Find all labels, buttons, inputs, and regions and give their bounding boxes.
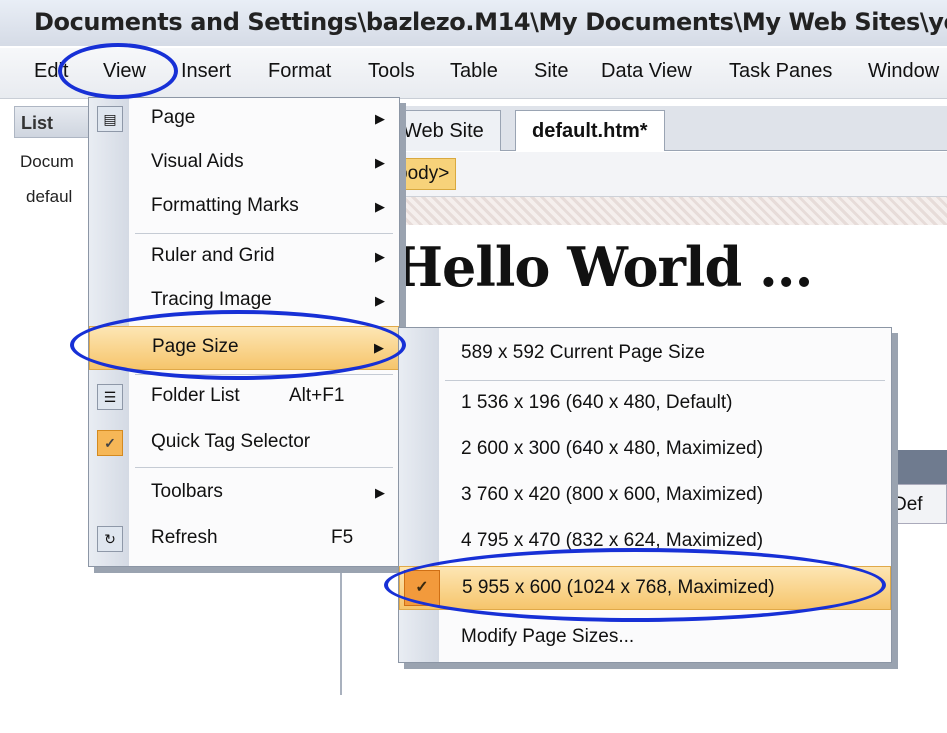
menu-item-label: Page bbox=[151, 107, 196, 128]
page-size-submenu: 589 x 592 Current Page Size 1 536 x 196 … bbox=[398, 327, 892, 663]
menu-tools[interactable]: Tools bbox=[368, 60, 415, 83]
menu-window[interactable]: Window bbox=[868, 60, 939, 83]
view-menu: ▤ Page ▶ Visual Aids ▶ Formatting Marks … bbox=[88, 97, 400, 567]
submenu-arrow-icon: ▶ bbox=[375, 111, 385, 126]
menu-item-page[interactable]: ▤ Page ▶ bbox=[89, 98, 399, 142]
page-size-option-label: 5 955 x 600 (1024 x 768, Maximized) bbox=[462, 577, 775, 598]
menu-item-tracing-image[interactable]: Tracing Image ▶ bbox=[89, 280, 399, 324]
page-icon: ▤ bbox=[97, 106, 123, 132]
menu-item-label: Toolbars bbox=[151, 481, 223, 502]
modify-page-sizes[interactable]: Modify Page Sizes... bbox=[399, 616, 891, 660]
submenu-arrow-icon: ▶ bbox=[375, 155, 385, 170]
page-size-option-3[interactable]: 3 760 x 420 (800 x 600, Maximized) bbox=[399, 474, 891, 518]
menu-item-ruler-and-grid[interactable]: Ruler and Grid ▶ bbox=[89, 236, 399, 280]
page-size-option-label: 1 536 x 196 (640 x 480, Default) bbox=[461, 392, 733, 413]
checkmark-icon: ✓ bbox=[97, 430, 123, 456]
menu-item-toolbars[interactable]: Toolbars ▶ bbox=[89, 472, 399, 516]
menu-separator bbox=[135, 233, 393, 234]
folder-row-documents[interactable]: Docum bbox=[20, 152, 74, 172]
menu-format[interactable]: Format bbox=[268, 60, 331, 83]
menu-insert[interactable]: Insert bbox=[181, 60, 231, 83]
page-heading: Hello World ... bbox=[392, 235, 813, 299]
page-size-option-1[interactable]: 1 536 x 196 (640 x 480, Default) bbox=[399, 382, 891, 426]
menu-item-visual-aids[interactable]: Visual Aids ▶ bbox=[89, 142, 399, 186]
page-size-option-label: 3 760 x 420 (800 x 600, Maximized) bbox=[461, 484, 764, 505]
menu-data-view[interactable]: Data View bbox=[601, 60, 692, 83]
menu-separator bbox=[445, 380, 885, 381]
menu-edit[interactable]: Edit bbox=[34, 60, 68, 83]
submenu-arrow-icon: ▶ bbox=[374, 340, 384, 355]
menu-separator bbox=[135, 374, 393, 375]
folder-list-panel bbox=[0, 99, 100, 659]
menu-bar: Edit View Insert Format Tools Table Site… bbox=[0, 48, 947, 99]
current-page-size-label: 589 x 592 Current Page Size bbox=[461, 342, 705, 363]
menu-item-label: Ruler and Grid bbox=[151, 245, 275, 266]
menu-item-folder-list[interactable]: ☰ Folder List Alt+F1 bbox=[89, 376, 399, 420]
menu-site[interactable]: Site bbox=[534, 60, 568, 83]
menu-task-panes[interactable]: Task Panes bbox=[729, 60, 832, 83]
menu-item-page-size[interactable]: Page Size ▶ bbox=[89, 326, 399, 370]
menu-item-label: Formatting Marks bbox=[151, 195, 299, 216]
page-size-option-4[interactable]: 4 795 x 470 (832 x 624, Maximized) bbox=[399, 520, 891, 564]
page-size-option-label: 2 600 x 300 (640 x 480, Maximized) bbox=[461, 438, 764, 459]
design-view-hatch bbox=[340, 197, 947, 225]
page-size-option-2[interactable]: 2 600 x 300 (640 x 480, Maximized) bbox=[399, 428, 891, 472]
menu-separator bbox=[135, 467, 393, 468]
folder-row-default[interactable]: defaul bbox=[26, 187, 72, 207]
submenu-arrow-icon: ▶ bbox=[375, 485, 385, 500]
menu-shortcut: Alt+F1 bbox=[289, 385, 345, 406]
menu-item-label: Page Size bbox=[152, 336, 239, 357]
menu-item-label: Tracing Image bbox=[151, 289, 272, 310]
menu-item-refresh[interactable]: ↻ Refresh F5 bbox=[89, 518, 399, 562]
tab-default-htm[interactable]: default.htm* bbox=[515, 110, 665, 151]
menu-table[interactable]: Table bbox=[450, 60, 498, 83]
menu-item-quick-tag-selector[interactable]: ✓ Quick Tag Selector bbox=[89, 422, 399, 466]
modify-page-sizes-label: Modify Page Sizes... bbox=[461, 626, 635, 647]
window-title: Documents and Settings\bazlezo.M14\My Do… bbox=[0, 0, 947, 46]
submenu-arrow-icon: ▶ bbox=[375, 249, 385, 264]
page-size-option-label: 4 795 x 470 (832 x 624, Maximized) bbox=[461, 530, 764, 551]
refresh-icon: ↻ bbox=[97, 526, 123, 552]
menu-item-label: Visual Aids bbox=[151, 151, 244, 172]
submenu-arrow-icon: ▶ bbox=[375, 199, 385, 214]
tab-web-site[interactable]: Web Site bbox=[386, 110, 501, 151]
menu-item-label: Quick Tag Selector bbox=[151, 431, 311, 452]
checkmark-icon: ✓ bbox=[404, 570, 440, 606]
page-size-option-5[interactable]: ✓ 5 955 x 600 (1024 x 768, Maximized) bbox=[399, 566, 891, 610]
document-tab-strip: Web Site default.htm* bbox=[340, 106, 947, 151]
quick-tag-selector-bar: body> bbox=[340, 152, 947, 197]
menu-item-label: Folder List bbox=[151, 385, 240, 406]
menu-shortcut: F5 bbox=[331, 527, 354, 548]
folder-list-tab[interactable]: List bbox=[14, 106, 96, 138]
menu-item-label: Refresh bbox=[151, 527, 218, 548]
current-page-size: 589 x 592 Current Page Size bbox=[399, 332, 891, 376]
menu-view[interactable]: View bbox=[103, 60, 146, 83]
menu-item-formatting-marks[interactable]: Formatting Marks ▶ bbox=[89, 186, 399, 230]
submenu-arrow-icon: ▶ bbox=[375, 293, 385, 308]
folder-list-icon: ☰ bbox=[97, 384, 123, 410]
